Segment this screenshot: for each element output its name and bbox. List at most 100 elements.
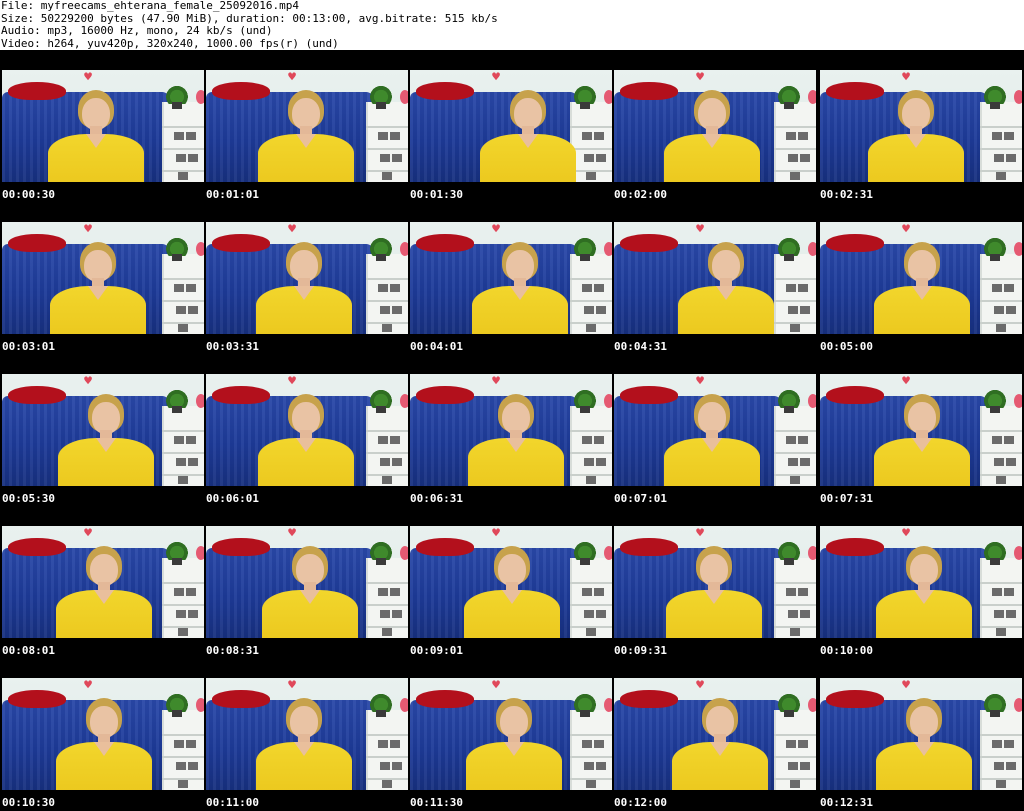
heart-icon: ♥ [696, 374, 704, 389]
timestamp-label: 00:12:31 [820, 796, 873, 809]
shelf-item [596, 154, 606, 162]
shelf-board [162, 582, 204, 584]
plant-pot [376, 102, 386, 109]
shelf-item [582, 284, 592, 292]
video-frame: ♥ [2, 222, 204, 334]
person [868, 90, 964, 182]
heart-icon: ♥ [696, 526, 704, 541]
pink-decoration [400, 546, 408, 560]
plant-pot [580, 406, 590, 413]
person [262, 546, 358, 638]
shelf-item [788, 610, 798, 618]
pink-decoration [604, 546, 612, 560]
shelf-board [570, 300, 612, 302]
video-frame: ♥ [820, 374, 1022, 486]
plant-pot [990, 558, 1000, 565]
shelf-item [788, 458, 798, 466]
video-frame: ♥ [206, 526, 408, 638]
person [466, 698, 562, 790]
shelf-item [788, 154, 798, 162]
shelf-item [380, 458, 390, 466]
shelf-item [586, 628, 596, 636]
shelf-item [178, 780, 188, 788]
video-frame: ♥ [2, 526, 204, 638]
thumbnail: ♥ 00:10:00 [818, 506, 1022, 658]
shelf-board [774, 756, 816, 758]
video-frame: ♥ [614, 374, 816, 486]
heart-icon: ♥ [902, 222, 910, 237]
shelf-item [582, 436, 592, 444]
video-frame: ♥ [206, 374, 408, 486]
pink-decoration [808, 242, 816, 256]
shelf-item [992, 284, 1002, 292]
shelf-item [1006, 610, 1016, 618]
thumbnail: ♥ 00:04:31 [612, 202, 816, 354]
person [258, 394, 354, 486]
shelf-board [366, 756, 408, 758]
video-frame: ♥ [614, 222, 816, 334]
shelf-item [178, 324, 188, 332]
timestamp-label: 00:10:30 [2, 796, 55, 809]
shelf-board [570, 278, 612, 280]
shelf-item [390, 132, 400, 140]
thumbnail: ♥ 00:06:01 [204, 354, 408, 506]
shelf-item [174, 284, 184, 292]
heart-icon: ♥ [84, 70, 92, 85]
shelf-item [994, 762, 1004, 770]
shelf-board [570, 452, 612, 454]
shelf-item [996, 172, 1006, 180]
heart-icon: ♥ [492, 526, 500, 541]
person [876, 698, 972, 790]
shelf-board [980, 148, 1022, 150]
video-frame: ♥ [820, 678, 1022, 790]
heart-icon: ♥ [902, 374, 910, 389]
shelf-board [774, 126, 816, 128]
timestamp-label: 00:03:01 [2, 340, 55, 353]
shelf-item [584, 762, 594, 770]
heart-icon: ♥ [696, 678, 704, 693]
timestamp-label: 00:10:00 [820, 644, 873, 657]
shelf-item [176, 610, 186, 618]
video-frame: ♥ [410, 70, 612, 182]
person [472, 242, 568, 334]
shelf-board [570, 582, 612, 584]
shelf-item [378, 284, 388, 292]
shelf-item [188, 154, 198, 162]
shelf-item [176, 306, 186, 314]
timestamp-label: 00:04:31 [614, 340, 667, 353]
thumbnail: ♥ 00:09:01 [408, 506, 612, 658]
shelf-item [798, 588, 808, 596]
shelf-item [1004, 740, 1014, 748]
plant-pot [784, 406, 794, 413]
shelf-item [186, 588, 196, 596]
shelf-item [790, 780, 800, 788]
shelf-board [366, 734, 408, 736]
shelf-item [186, 132, 196, 140]
pink-decoration [196, 394, 204, 408]
shelf-board [162, 734, 204, 736]
pink-decoration [604, 394, 612, 408]
shelf-item [380, 154, 390, 162]
shelf-item [594, 588, 604, 596]
video-frame: ♥ [410, 678, 612, 790]
plant-pot [376, 710, 386, 717]
pink-decoration [808, 546, 816, 560]
plant-pot [990, 102, 1000, 109]
shelf-board [980, 278, 1022, 280]
person [468, 394, 564, 486]
thumbnail: ♥ 00:04:01 [408, 202, 612, 354]
pink-decoration [604, 698, 612, 712]
shelf-board [162, 148, 204, 150]
pink-decoration [400, 90, 408, 104]
plant-pot [376, 406, 386, 413]
plant-pot [784, 710, 794, 717]
shelf-item [380, 610, 390, 618]
thumbnail: ♥ 00:12:31 [818, 658, 1022, 810]
person [678, 242, 774, 334]
thumbnail: ♥ 00:03:01 [0, 202, 204, 354]
shelf-item [380, 762, 390, 770]
person [876, 546, 972, 638]
shelf-item [392, 458, 402, 466]
shelf-item [382, 628, 392, 636]
red-pillow [416, 386, 474, 404]
